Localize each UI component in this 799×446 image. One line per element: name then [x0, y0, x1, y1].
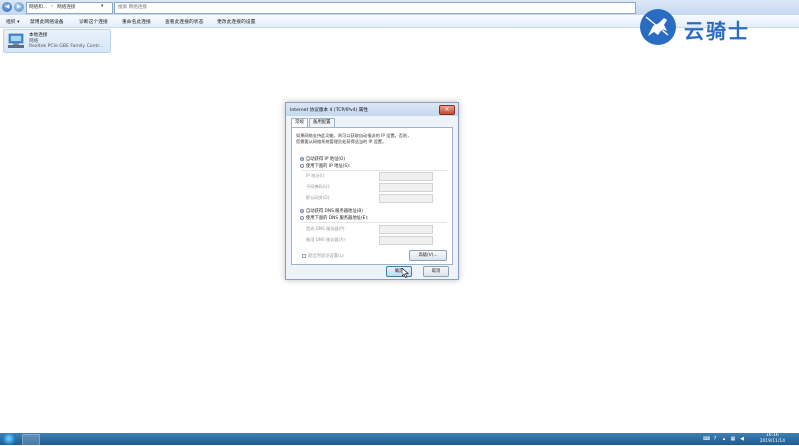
dns-manual-label: 使用下面的 DNS 服务器地址(E):: [306, 216, 369, 221]
back-icon[interactable]: ◀: [2, 2, 12, 12]
ip-auto-option[interactable]: 自动获得 IP 地址(O): [300, 156, 345, 162]
checkbox-icon[interactable]: [302, 253, 306, 258]
dns-manual-option[interactable]: 使用下面的 DNS 服务器地址(E):: [300, 215, 368, 221]
radio-selected-icon[interactable]: [300, 156, 304, 161]
start-button-icon[interactable]: [2, 433, 16, 445]
cancel-button[interactable]: 取消: [423, 266, 449, 277]
subnet-mask-field: [379, 183, 433, 192]
chevron-right-icon: ›: [51, 4, 53, 9]
ip-address-label: IP 地址(I):: [306, 173, 326, 178]
keyboard-icon[interactable]: ⌨: [703, 436, 710, 442]
forward-icon[interactable]: ▶: [14, 2, 24, 12]
network-adapter-icon: [8, 33, 24, 48]
preferred-dns-label: 首选 DNS 服务器(P):: [306, 226, 346, 231]
chevron-down-icon[interactable]: ▾: [101, 4, 103, 9]
close-icon[interactable]: ✕: [439, 105, 455, 115]
general-panel: 如果网络支持此功能，则可以获取自动指派的 IP 设置。否则， 您需要从网络系统管…: [291, 127, 453, 265]
description-line: 您需要从网络系统管理员处获得适当的 IP 设置。: [296, 139, 387, 144]
radio-selected-icon[interactable]: [300, 208, 304, 213]
ip-manual-label: 使用下面的 IP 地址(S):: [306, 164, 351, 169]
search-field[interactable]: [114, 2, 636, 14]
menu-change-settings[interactable]: 更改此连接的设置: [217, 18, 255, 25]
breadcrumb-item[interactable]: 网络和...: [29, 4, 47, 10]
clock-date: 2019/11/14: [759, 438, 785, 444]
subnet-mask-label: 子网掩码(U):: [306, 184, 331, 189]
explorer-taskbar-icon[interactable]: [22, 434, 40, 446]
help-icon[interactable]: ?: [712, 436, 718, 442]
radio-unselected-icon[interactable]: [300, 163, 304, 168]
search-input[interactable]: [115, 3, 635, 13]
validate-on-exit-option[interactable]: 退出时验证设置(L): [302, 253, 344, 259]
dialog-title: Internet 协议版本 4 (TCP/IPv4) 属性: [290, 108, 368, 113]
preferred-dns-field: [379, 225, 433, 234]
menu-view-status[interactable]: 查看此连接的状态: [165, 18, 203, 25]
ip-address-field: [379, 172, 433, 181]
default-gateway-field: [379, 194, 433, 203]
dialog-titlebar[interactable]: Internet 协议版本 4 (TCP/IPv4) 属性 ✕: [286, 103, 458, 116]
radio-unselected-icon[interactable]: [300, 215, 304, 220]
menu-organize[interactable]: 组织 ▾: [6, 18, 20, 25]
ipv4-properties-dialog: Internet 协议版本 4 (TCP/IPv4) 属性 ✕ 常规 备用配置 …: [285, 102, 459, 280]
clock[interactable]: 16:16 2019/11/14: [760, 433, 785, 444]
divider: [302, 222, 447, 223]
advanced-button[interactable]: 高级(V)...: [409, 250, 447, 261]
menu-rename[interactable]: 重命名此连接: [122, 18, 151, 25]
validate-on-exit-label: 退出时验证设置(L): [308, 254, 344, 259]
default-gateway-label: 默认网关(D):: [306, 195, 331, 200]
system-tray: ⌨ ? ▴ ▦ ◀ 16:16 2019/11/14: [699, 433, 799, 445]
alternate-dns-label: 备用 DNS 服务器(A):: [306, 237, 347, 242]
network-adapter-item[interactable]: 本地连接 网络 Realtek PCIe GBE Family Contr...: [3, 29, 111, 53]
logo-text: 云骑士: [684, 19, 750, 43]
ip-auto-label: 自动获得 IP 地址(O): [306, 157, 346, 162]
chevron-up-icon[interactable]: ▴: [721, 436, 727, 442]
volume-icon[interactable]: ◀: [739, 436, 745, 442]
ip-manual-option[interactable]: 使用下面的 IP 地址(S):: [300, 163, 350, 169]
alternate-dns-field: [379, 236, 433, 245]
menu-diagnose[interactable]: 诊断这个连接: [79, 18, 108, 25]
logo: 云骑士: [640, 8, 798, 48]
tab-alternate-config[interactable]: 备用配置: [309, 118, 335, 127]
taskbar: ⌨ ? ▴ ▦ ◀ 16:16 2019/11/14: [0, 433, 799, 446]
breadcrumb-item[interactable]: 网络连接: [57, 4, 75, 10]
network-icon[interactable]: ▦: [730, 436, 736, 442]
divider: [302, 170, 447, 171]
dns-auto-label: 自动获得 DNS 服务器地址(B): [306, 209, 363, 214]
dns-auto-option[interactable]: 自动获得 DNS 服务器地址(B): [300, 208, 363, 214]
menu-disable-device[interactable]: 禁用此网络设备: [30, 18, 64, 25]
breadcrumb[interactable]: 网络和... › 网络连接 ▾: [26, 2, 113, 14]
knight-logo-icon: [640, 9, 676, 45]
dialog-tabs: 常规 备用配置: [291, 118, 453, 128]
adapter-device: Realtek PCIe GBE Family Contr...: [29, 44, 104, 49]
mouse-cursor-icon: [402, 268, 409, 278]
